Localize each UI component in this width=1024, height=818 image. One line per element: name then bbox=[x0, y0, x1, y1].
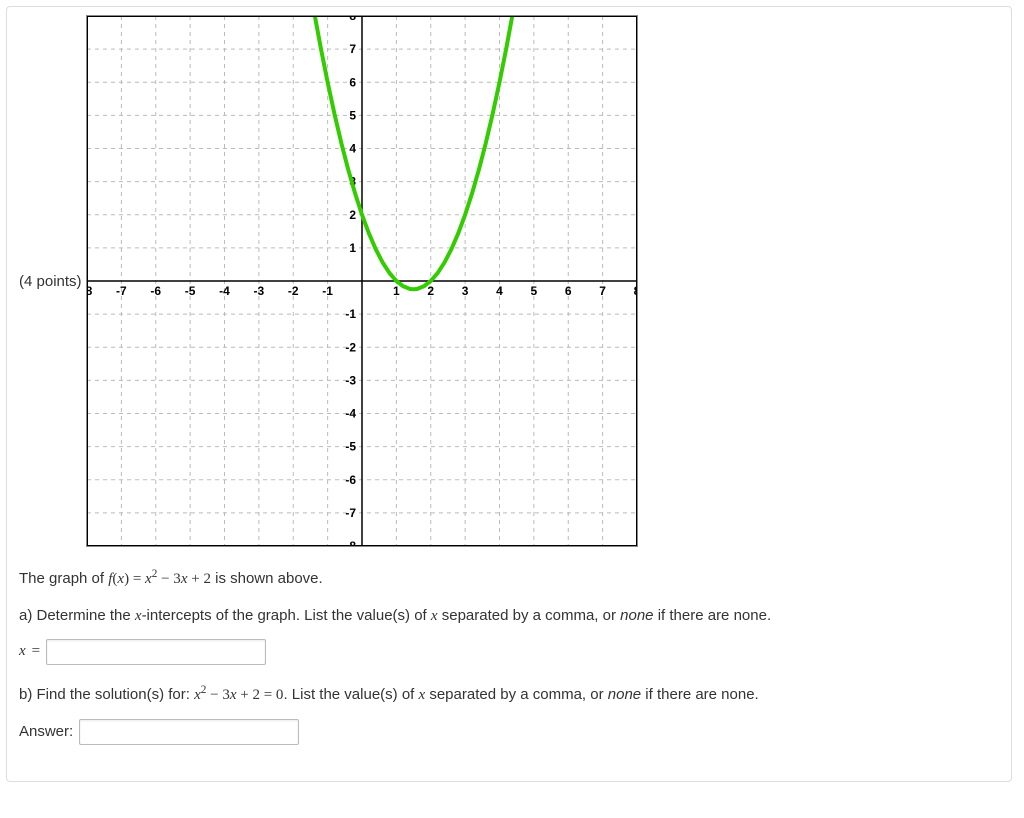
svg-text:2: 2 bbox=[349, 208, 356, 222]
question-b: b) Find the solution(s) for: x2 − 3x + 2… bbox=[19, 681, 999, 709]
svg-text:4: 4 bbox=[349, 142, 356, 156]
svg-text:-2: -2 bbox=[345, 340, 356, 354]
answer-a-input[interactable] bbox=[46, 639, 266, 665]
svg-text:8: 8 bbox=[349, 16, 356, 23]
graph-frame: -8-7-6-5-4-3-2-112345678-8-7-6-5-4-3-2-1… bbox=[86, 15, 638, 547]
svg-text:-7: -7 bbox=[116, 284, 127, 298]
answer-b-label: Answer: bbox=[19, 719, 73, 745]
svg-text:1: 1 bbox=[393, 284, 400, 298]
svg-text:-6: -6 bbox=[345, 473, 356, 487]
x-equals-label: x bbox=[19, 639, 26, 665]
svg-text:-3: -3 bbox=[345, 373, 356, 387]
svg-text:1: 1 bbox=[349, 241, 356, 255]
svg-text:5: 5 bbox=[349, 108, 356, 122]
chart-plot: -8-7-6-5-4-3-2-112345678-8-7-6-5-4-3-2-1… bbox=[87, 16, 637, 546]
svg-text:7: 7 bbox=[349, 42, 356, 56]
svg-text:6: 6 bbox=[349, 75, 356, 89]
question-a: a) Determine the x-intercepts of the gra… bbox=[19, 603, 999, 630]
svg-text:5: 5 bbox=[530, 284, 537, 298]
svg-text:-4: -4 bbox=[345, 407, 356, 421]
svg-text:-7: -7 bbox=[345, 506, 356, 520]
svg-text:-6: -6 bbox=[150, 284, 161, 298]
svg-text:-1: -1 bbox=[322, 284, 333, 298]
svg-text:-5: -5 bbox=[345, 440, 356, 454]
answer-b-input[interactable] bbox=[79, 719, 299, 745]
question-container: (4 points) -8-7-6-5-4-3-2-112345678-8-7-… bbox=[6, 6, 1012, 782]
svg-text:-8: -8 bbox=[345, 539, 356, 546]
svg-text:-5: -5 bbox=[184, 284, 195, 298]
svg-text:3: 3 bbox=[461, 284, 468, 298]
svg-text:7: 7 bbox=[599, 284, 606, 298]
svg-text:-1: -1 bbox=[345, 307, 356, 321]
svg-text:-3: -3 bbox=[253, 284, 264, 298]
svg-text:2: 2 bbox=[427, 284, 434, 298]
points-label: (4 points) bbox=[19, 273, 82, 290]
svg-text:4: 4 bbox=[496, 284, 503, 298]
svg-text:6: 6 bbox=[564, 284, 571, 298]
intro-text: The graph of f(x) = x2 − 3x + 2 is shown… bbox=[19, 565, 999, 593]
svg-text:-2: -2 bbox=[287, 284, 298, 298]
svg-text:-4: -4 bbox=[219, 284, 230, 298]
